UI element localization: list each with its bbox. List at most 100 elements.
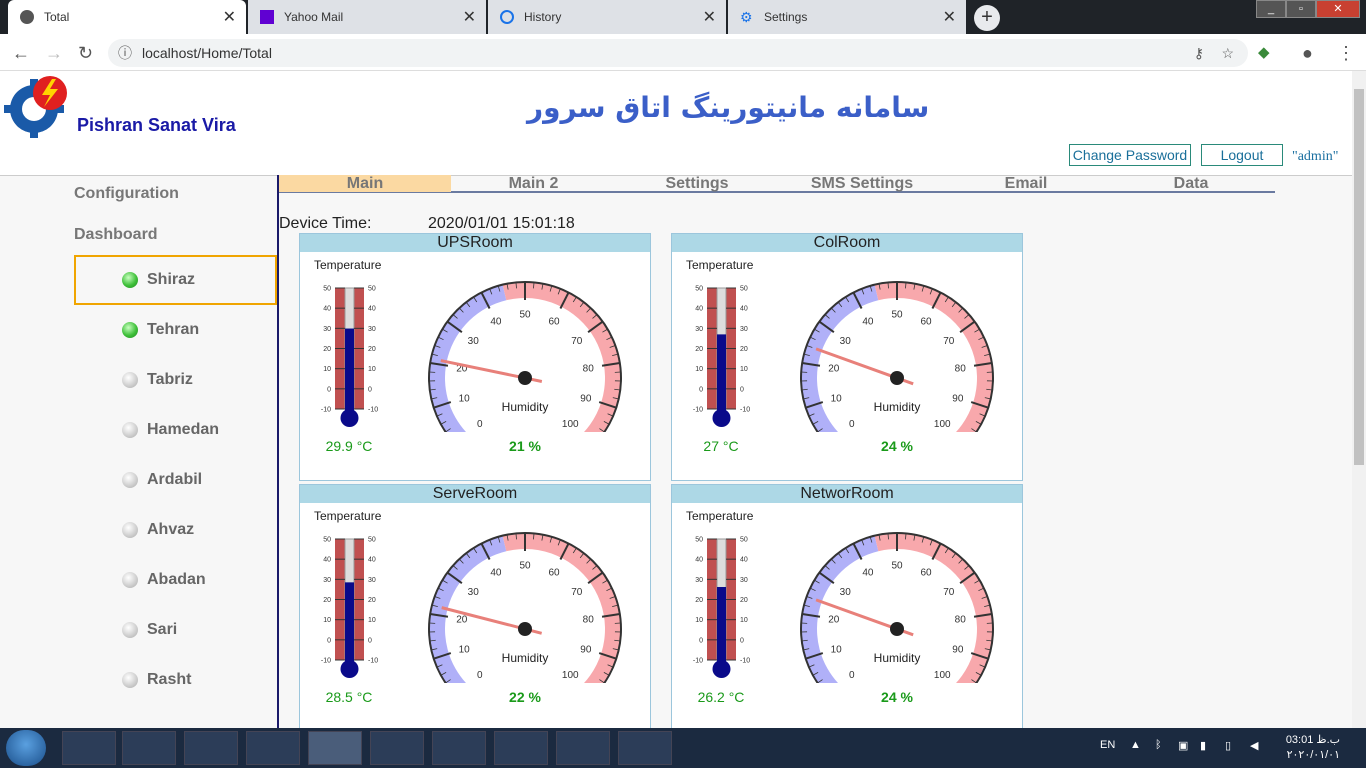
gauge-tick-label: 30 (840, 587, 852, 598)
gauge-tick-label: 50 (519, 561, 531, 572)
temperature-value: 27 °C (703, 438, 739, 454)
chrome-task-icon[interactable] (308, 731, 362, 765)
room-title: UPSRoom (300, 234, 650, 252)
sidebar-city-item[interactable]: Abadan (74, 555, 277, 605)
menu-item[interactable]: SMS Settings (778, 175, 946, 192)
thermo-tick-label-right: 0 (368, 386, 372, 393)
volume-icon[interactable]: ◀ (1250, 739, 1258, 752)
yahoo-mail-icon (260, 10, 274, 24)
url-text: localhost/Home/Total (142, 45, 272, 61)
close-tab-icon[interactable]: ✕ (463, 7, 476, 27)
firefox-task-icon[interactable] (246, 731, 300, 765)
menu-item[interactable]: Email (946, 175, 1106, 192)
scrollbar-thumb[interactable] (1354, 89, 1364, 465)
forward-icon[interactable]: → (45, 43, 63, 64)
info-icon[interactable]: ⓘ (118, 39, 132, 67)
sidebar-city-item[interactable]: Hamedan (74, 405, 277, 455)
signal-icon[interactable]: ▮ (1200, 739, 1206, 752)
thermo-tick-label-right: 0 (368, 637, 372, 644)
thermo-tick-label-left: 20 (695, 346, 703, 353)
clock[interactable]: 03:01 ب.ظ ۲۰۲۰/۰۱/۰۱ (1278, 733, 1340, 763)
sidebar-city-item[interactable]: Sari (74, 605, 277, 655)
page-scrollbar[interactable] (1352, 71, 1366, 728)
profile-icon[interactable]: ● (1302, 43, 1313, 64)
sidebar-city-item[interactable]: Rasht (74, 655, 277, 705)
gauge-tick-label: 100 (562, 670, 579, 681)
close-tab-icon[interactable]: ✕ (223, 7, 236, 27)
back-icon[interactable]: ← (12, 43, 30, 64)
gauge-tick-label: 60 (548, 567, 560, 578)
humidity-label: Humidity (874, 400, 921, 414)
logout-button[interactable]: Logout (1201, 144, 1283, 166)
language-indicator[interactable]: EN (1100, 739, 1115, 751)
tools-task-icon[interactable] (370, 731, 424, 765)
room-panel: ColRoom Temperature 27 °C 24 % 50 50 40 40 30 30 2… (671, 233, 1023, 481)
sidebar-city-item[interactable]: Ardabil (74, 455, 277, 505)
thermo-tick-label-left: 20 (323, 597, 331, 604)
sidebar-configuration[interactable]: Configuration (74, 185, 179, 203)
menu-item[interactable]: Settings (616, 175, 778, 192)
start-button[interactable] (6, 730, 46, 766)
menu-item[interactable]: Main 2 (451, 175, 616, 192)
room-panel: NetworRoom Temperature 26.2 °C 24 % 50 50 40 40… (671, 484, 1023, 728)
close-tab-icon[interactable]: ✕ (703, 7, 716, 27)
browser-tab-total[interactable]: Total ✕ (8, 0, 246, 34)
menu-icon[interactable]: ⋮ (1337, 43, 1355, 64)
thermo-tick-label-right: 10 (740, 366, 748, 373)
gauge-tick-label: 80 (583, 363, 595, 374)
sidebar-dashboard[interactable]: Dashboard (74, 226, 158, 244)
change-password-button[interactable]: Change Password (1069, 144, 1191, 166)
app2-task-icon[interactable] (618, 731, 672, 765)
browser-tab-settings[interactable]: ⚙ Settings ✕ (728, 0, 966, 34)
thermo-tick-label-left: 30 (323, 577, 331, 584)
thermo-tick-label-right: -10 (368, 658, 378, 665)
gauge-minor-tick (887, 282, 889, 289)
taskbar: EN ▲ ᛒ ▣ ▮ ▯ ◀ 03:01 ب.ظ ۲۰۲۰/۰۱/۰۱ (0, 728, 1366, 768)
gauge-tick-label: 80 (955, 614, 967, 625)
city-label: Hamedan (147, 421, 220, 438)
temperature-label: Temperature (686, 509, 754, 523)
menu-item[interactable]: Data (1106, 175, 1276, 192)
gauge-tick-label: 70 (943, 587, 955, 598)
reload-icon[interactable]: ↻ (78, 43, 93, 64)
star-icon[interactable]: ☆ (1221, 39, 1234, 67)
app-task-icon[interactable] (494, 731, 548, 765)
minimize-button[interactable]: _ (1256, 0, 1286, 18)
gauge-tick-label: 30 (468, 587, 480, 598)
control-panel-task-icon[interactable] (556, 731, 610, 765)
gauge-tick-label: 10 (459, 644, 471, 655)
sidebar-city-item[interactable]: Ahvaz (74, 505, 277, 555)
gauge-tick-label: 90 (952, 393, 964, 404)
thermo-tick-label-right: 0 (740, 386, 744, 393)
close-window-button[interactable]: ✕ (1316, 0, 1360, 18)
gauge-minor-tick (515, 282, 517, 289)
url-field[interactable]: ⓘ localhost/Home/Total ⚷ ☆ (108, 39, 1248, 67)
thermo-tick-label-right: 10 (740, 617, 748, 624)
bluetooth-icon[interactable]: ᛒ (1155, 739, 1162, 751)
thermo-tick-label-left: 10 (323, 617, 331, 624)
thermo-bulb (340, 409, 359, 427)
network-icon[interactable]: ▣ (1178, 739, 1188, 752)
thermo-tick-label-right: 30 (740, 577, 748, 584)
browser-tab-yahoo[interactable]: Yahoo Mail ✕ (248, 0, 486, 34)
status-led-icon (122, 522, 138, 538)
monitor-task-icon[interactable] (432, 731, 486, 765)
gauge-minor-tick (887, 533, 889, 540)
maximize-button[interactable]: ▫ (1286, 0, 1316, 18)
menu-item[interactable]: Main (279, 175, 451, 192)
thermo-mercury (717, 334, 726, 415)
sidebar-city-item[interactable]: Tabriz (74, 355, 277, 405)
humidity-label: Humidity (874, 651, 921, 665)
media-player-task-icon[interactable] (122, 731, 176, 765)
sidebar-city-item[interactable]: Tehran (74, 305, 277, 355)
tray-expand-icon[interactable]: ▲ (1130, 739, 1141, 751)
explorer-task-icon[interactable] (62, 731, 116, 765)
key-icon[interactable]: ⚷ (1194, 39, 1204, 67)
sidebar-city-item[interactable]: Shiraz (74, 255, 277, 305)
battery-icon[interactable]: ▯ (1225, 739, 1231, 752)
extension-icon[interactable]: ◆ (1258, 43, 1270, 61)
browser-tab-history[interactable]: History ✕ (488, 0, 726, 34)
close-tab-icon[interactable]: ✕ (943, 7, 956, 27)
cmd-task-icon[interactable] (184, 731, 238, 765)
new-tab-button[interactable]: + (974, 5, 1000, 31)
